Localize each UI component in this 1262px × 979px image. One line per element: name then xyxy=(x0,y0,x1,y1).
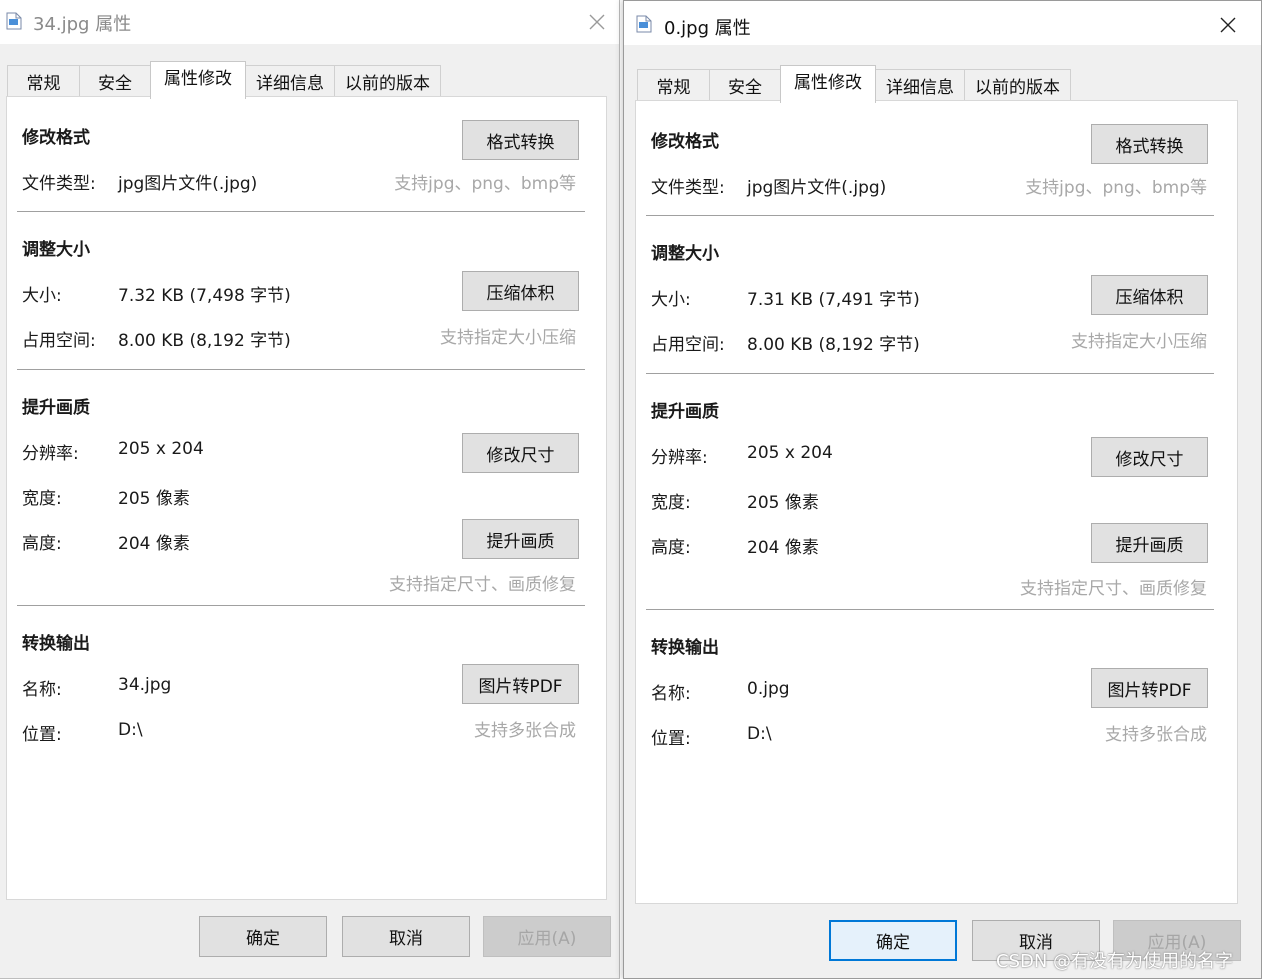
size-value: 7.32 KB (7,498 字节) xyxy=(118,286,291,306)
disk-size-value: 8.00 KB (8,192 字节) xyxy=(118,331,291,351)
compress-hint: 支持指定大小压缩 xyxy=(440,328,576,348)
disk-size-label: 占用空间: xyxy=(22,331,96,351)
tab-security[interactable]: 安全 xyxy=(709,69,781,101)
image-file-icon xyxy=(6,12,22,30)
divider xyxy=(17,211,585,212)
tab-property-edit[interactable]: 属性修改 xyxy=(780,65,876,103)
pdf-hint: 支持多张合成 xyxy=(474,721,576,741)
location-label: 位置: xyxy=(651,729,691,749)
name-value: 34.jpg xyxy=(118,675,172,695)
resolution-value: 205 x 204 xyxy=(747,443,833,463)
image-to-pdf-button[interactable]: 图片转PDF xyxy=(1091,668,1208,708)
disk-size-label: 占用空间: xyxy=(651,335,725,355)
properties-dialog-34jpg: 34.jpg 属性 常规 安全 属性修改 详细信息 以前的版本 修改格式 文件类… xyxy=(0,0,620,979)
divider xyxy=(646,215,1214,216)
convert-format-button[interactable]: 格式转换 xyxy=(462,120,579,160)
divider xyxy=(646,373,1214,374)
disk-size-value: 8.00 KB (8,192 字节) xyxy=(747,335,920,355)
width-value: 205 像素 xyxy=(747,493,819,513)
section-title-quality: 提升画质 xyxy=(22,398,90,418)
divider xyxy=(17,369,585,370)
tab-previous-versions[interactable]: 以前的版本 xyxy=(964,69,1071,101)
window-title: 34.jpg 属性 xyxy=(33,14,132,35)
title-bar[interactable]: 0.jpg 属性 xyxy=(624,1,1261,45)
height-value: 204 像素 xyxy=(118,534,190,554)
title-bar[interactable]: 34.jpg 属性 xyxy=(0,0,619,44)
quality-hint: 支持指定尺寸、画质修复 xyxy=(389,575,576,595)
compress-hint: 支持指定大小压缩 xyxy=(1071,332,1207,352)
file-type-value: jpg图片文件(.jpg) xyxy=(747,178,887,198)
properties-dialog-0jpg: 0.jpg 属性 常规 安全 属性修改 详细信息 以前的版本 修改格式 文件类型… xyxy=(623,0,1262,979)
file-type-label: 文件类型: xyxy=(651,178,725,198)
section-title-output: 转换输出 xyxy=(651,638,719,658)
file-type-label: 文件类型: xyxy=(22,174,96,194)
section-title-format: 修改格式 xyxy=(22,128,90,148)
format-hint: 支持jpg、png、bmp等 xyxy=(1025,178,1207,198)
tab-details[interactable]: 详细信息 xyxy=(245,65,335,97)
enhance-quality-button[interactable]: 提升画质 xyxy=(1091,523,1208,563)
section-title-resize: 调整大小 xyxy=(22,240,90,260)
height-value: 204 像素 xyxy=(747,538,819,558)
tab-property-edit[interactable]: 属性修改 xyxy=(150,61,246,99)
close-icon[interactable] xyxy=(585,10,609,34)
section-title-format: 修改格式 xyxy=(651,132,719,152)
cancel-button[interactable]: 取消 xyxy=(342,916,470,957)
enhance-quality-button[interactable]: 提升画质 xyxy=(462,519,579,559)
apply-button[interactable]: 应用(A) xyxy=(483,916,611,957)
tab-general[interactable]: 常规 xyxy=(637,69,710,101)
tab-strip: 常规 安全 属性修改 详细信息 以前的版本 xyxy=(7,61,441,99)
size-label: 大小: xyxy=(22,286,62,306)
divider xyxy=(17,605,585,606)
name-label: 名称: xyxy=(651,684,691,704)
convert-format-button[interactable]: 格式转换 xyxy=(1091,124,1208,164)
width-label: 宽度: xyxy=(22,489,62,509)
name-value: 0.jpg xyxy=(747,679,790,699)
location-value: D:\ xyxy=(118,720,143,740)
tab-details[interactable]: 详细信息 xyxy=(875,69,965,101)
size-value: 7.31 KB (7,491 字节) xyxy=(747,290,920,310)
size-label: 大小: xyxy=(651,290,691,310)
image-to-pdf-button[interactable]: 图片转PDF xyxy=(462,664,579,704)
name-label: 名称: xyxy=(22,680,62,700)
resize-dimensions-button[interactable]: 修改尺寸 xyxy=(1091,437,1208,477)
file-type-value: jpg图片文件(.jpg) xyxy=(118,174,258,194)
tab-general[interactable]: 常规 xyxy=(7,65,80,97)
section-title-resize: 调整大小 xyxy=(651,244,719,264)
tab-panel: 修改格式 文件类型: jpg图片文件(.jpg) 格式转换 支持jpg、png、… xyxy=(635,100,1238,904)
watermark: CSDN @有没有为使用的名字 xyxy=(996,951,1234,972)
compress-button[interactable]: 压缩体积 xyxy=(462,271,579,311)
divider xyxy=(646,609,1214,610)
quality-hint: 支持指定尺寸、画质修复 xyxy=(1020,579,1207,599)
ok-button[interactable]: 确定 xyxy=(199,916,327,957)
ok-button[interactable]: 确定 xyxy=(829,920,957,961)
location-value: D:\ xyxy=(747,724,772,744)
resolution-label: 分辨率: xyxy=(651,448,708,468)
height-label: 高度: xyxy=(22,534,62,554)
tab-security[interactable]: 安全 xyxy=(79,65,151,97)
tab-previous-versions[interactable]: 以前的版本 xyxy=(334,65,441,97)
pdf-hint: 支持多张合成 xyxy=(1105,725,1207,745)
image-file-icon xyxy=(636,15,652,33)
tab-panel: 修改格式 文件类型: jpg图片文件(.jpg) 格式转换 支持jpg、png、… xyxy=(6,96,607,900)
close-icon[interactable] xyxy=(1216,13,1240,37)
window-title: 0.jpg 属性 xyxy=(664,18,751,39)
height-label: 高度: xyxy=(651,538,691,558)
format-hint: 支持jpg、png、bmp等 xyxy=(394,174,576,194)
compress-button[interactable]: 压缩体积 xyxy=(1091,275,1208,315)
resize-dimensions-button[interactable]: 修改尺寸 xyxy=(462,433,579,473)
section-title-output: 转换输出 xyxy=(22,634,90,654)
width-label: 宽度: xyxy=(651,493,691,513)
section-title-quality: 提升画质 xyxy=(651,402,719,422)
resolution-value: 205 x 204 xyxy=(118,439,204,459)
tab-strip: 常规 安全 属性修改 详细信息 以前的版本 xyxy=(637,65,1071,103)
resolution-label: 分辨率: xyxy=(22,444,79,464)
width-value: 205 像素 xyxy=(118,489,190,509)
location-label: 位置: xyxy=(22,725,62,745)
